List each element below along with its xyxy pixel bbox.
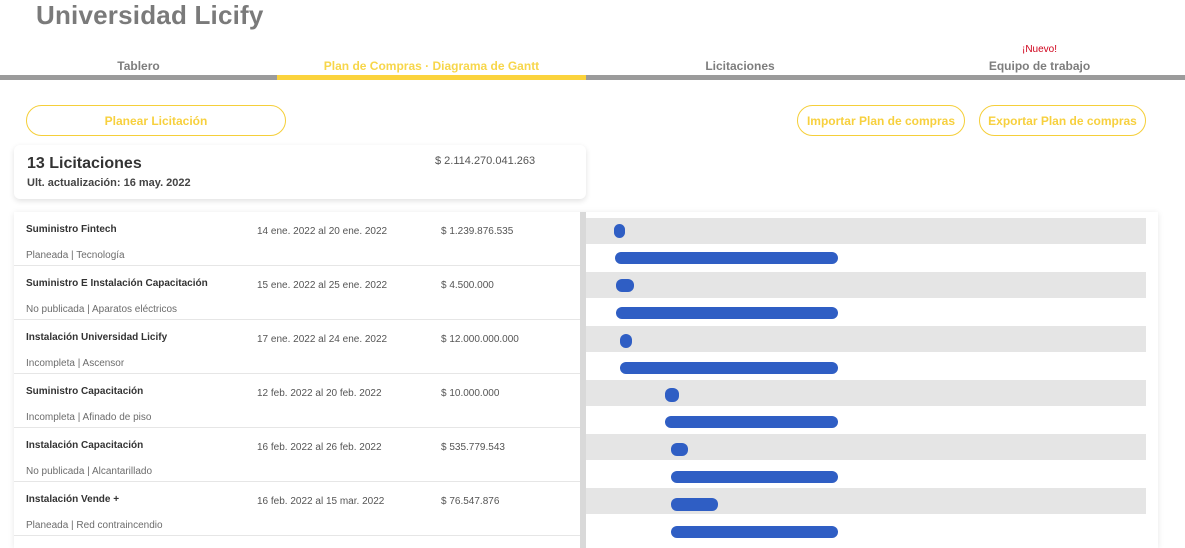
tab-underline (894, 75, 1185, 80)
summary-card: 13 Licitaciones Ult. actualización: 16 m… (14, 145, 586, 199)
app-title: Universidad Licify (36, 0, 264, 30)
licitacion-name[interactable]: Suministro Fintech (26, 224, 117, 235)
licitacion-name[interactable]: Suministro E Instalación Capacitación (26, 278, 208, 289)
gantt-task-bar[interactable] (616, 279, 634, 292)
gantt-row-stripe (586, 488, 1146, 514)
licitacion-meta: Incompleta | Afinado de piso (26, 412, 152, 423)
gantt-task-bar[interactable] (671, 443, 688, 456)
licitaciones-count: 13 Licitaciones (27, 155, 142, 172)
gantt-task-bar[interactable] (665, 388, 679, 402)
licitacion-amount: $ 1.239.876.535 (441, 226, 514, 237)
licitacion-dates: 16 feb. 2022 al 26 feb. 2022 (257, 442, 382, 453)
tab-plan-de-compras[interactable]: Plan de Compras · Diagrama de Gantt (277, 40, 586, 82)
licitacion-amount: $ 10.000.000 (441, 388, 500, 399)
gantt-panel: Suministro Fintech Planeada | Tecnología… (14, 212, 1158, 548)
gantt-chart (586, 212, 1158, 548)
tab-tablero[interactable]: Tablero (0, 40, 277, 82)
tab-label: Plan de Compras · Diagrama de Gantt (323, 59, 540, 73)
gantt-summary-bar[interactable] (620, 362, 838, 374)
licitacion-amount: $ 4.500.000 (441, 280, 494, 291)
gantt-summary-bar[interactable] (665, 416, 838, 428)
list-item[interactable]: Suministro Fintech Planeada | Tecnología… (14, 212, 580, 266)
licitacion-dates: 12 feb. 2022 al 20 feb. 2022 (257, 388, 382, 399)
plan-licitacion-button[interactable]: Planear Licitación (26, 105, 286, 136)
tab-label: Licitaciones (705, 59, 775, 73)
licitacion-meta: Planeada | Tecnología (26, 250, 125, 261)
list-item[interactable]: Suministro Capacitación Incompleta | Afi… (14, 374, 580, 428)
licitacion-name[interactable]: Instalación Vende + (26, 494, 119, 505)
licitacion-dates: 14 ene. 2022 al 20 ene. 2022 (257, 226, 388, 237)
main-tabs: Tablero Plan de Compras · Diagrama de Ga… (0, 40, 1185, 82)
last-updated: Ult. actualización: 16 may. 2022 (27, 177, 191, 189)
tab-underline (0, 75, 277, 80)
export-plan-button[interactable]: Exportar Plan de compras (979, 105, 1146, 136)
gantt-summary-bar[interactable] (671, 526, 838, 538)
licitacion-meta: Planeada | Red contraincendio (26, 520, 163, 531)
tab-underline (277, 75, 586, 80)
gantt-row-stripe (586, 326, 1146, 352)
list-item[interactable]: Instalación Universidad Licify Incomplet… (14, 320, 580, 374)
licitacion-meta: No publicada | Alcantarillado (26, 466, 153, 477)
licitacion-name[interactable]: Suministro Capacitación (26, 386, 143, 397)
list-item[interactable]: Instalación Vende + Planeada | Red contr… (14, 482, 580, 536)
list-item[interactable]: Instalación Capacitación No publicada | … (14, 428, 580, 482)
licitacion-dates: 16 feb. 2022 al 15 mar. 2022 (257, 496, 385, 507)
gantt-summary-bar[interactable] (616, 307, 838, 319)
gantt-task-bar[interactable] (614, 224, 625, 238)
gantt-row-stripe (586, 434, 1146, 460)
gantt-row-stripe (586, 272, 1146, 298)
licitacion-name[interactable]: Instalación Capacitación (26, 440, 143, 451)
licitaciones-list: Suministro Fintech Planeada | Tecnología… (14, 212, 580, 548)
gantt-task-bar[interactable] (620, 334, 632, 348)
import-plan-button[interactable]: Importar Plan de compras (797, 105, 965, 136)
total-amount: $ 2.114.270.041.263 (435, 155, 536, 167)
tab-new-badge: ¡Nuevo! (1021, 44, 1057, 55)
tab-underline (586, 75, 894, 80)
gantt-row-stripe (586, 218, 1146, 244)
licitacion-amount: $ 76.547.876 (441, 496, 500, 507)
licitacion-name[interactable]: Instalación Universidad Licify (26, 332, 167, 343)
licitacion-amount: $ 12.000.000.000 (441, 334, 519, 345)
licitacion-dates: 17 ene. 2022 al 24 ene. 2022 (257, 334, 388, 345)
licitacion-meta: No publicada | Aparatos eléctricos (26, 304, 178, 315)
licitacion-dates: 15 ene. 2022 al 25 ene. 2022 (257, 280, 388, 291)
tab-licitaciones[interactable]: Licitaciones (586, 40, 894, 82)
tab-label: Tablero (117, 59, 160, 73)
list-item[interactable]: Suministro E Instalación Capacitación No… (14, 266, 580, 320)
tab-equipo-de-trabajo[interactable]: ¡Nuevo! Equipo de trabajo (894, 40, 1185, 82)
tab-label: Equipo de trabajo (988, 59, 1091, 73)
licitacion-meta: Incompleta | Ascensor (26, 358, 125, 369)
licitacion-amount: $ 535.779.543 (441, 442, 505, 453)
gantt-task-bar[interactable] (671, 498, 718, 511)
gantt-summary-bar[interactable] (615, 252, 838, 264)
gantt-summary-bar[interactable] (671, 471, 838, 483)
